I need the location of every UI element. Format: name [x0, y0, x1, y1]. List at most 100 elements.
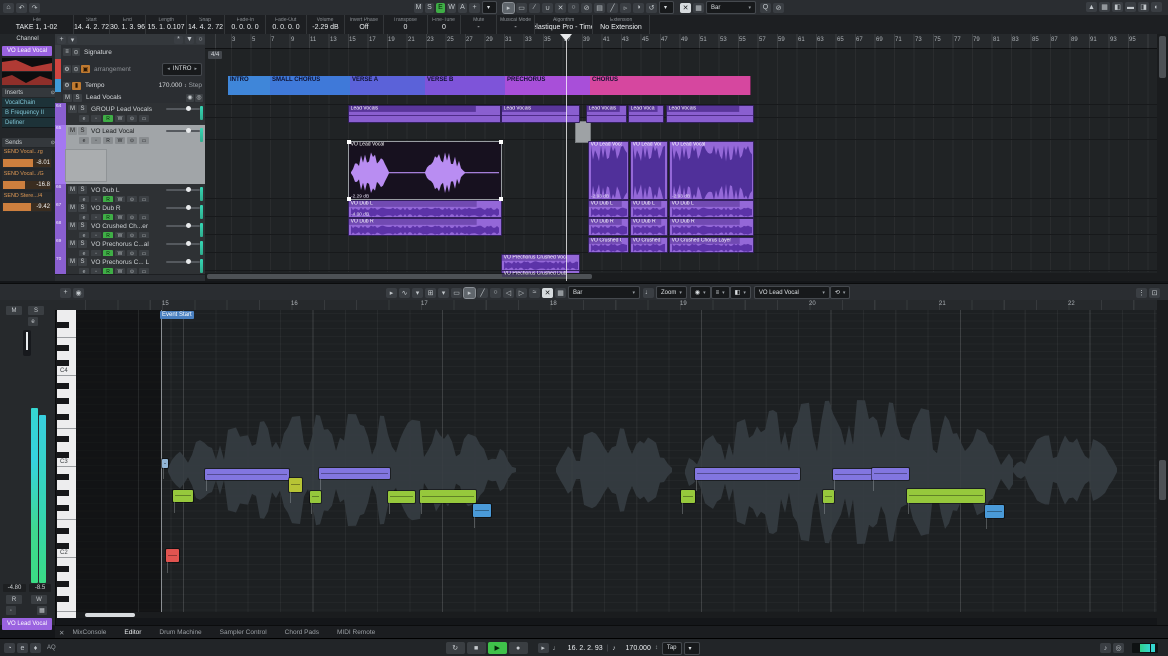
- monitor-button[interactable]: W: [115, 137, 125, 144]
- transport-left-icon[interactable]: ♦: [30, 643, 41, 653]
- lower-zone-tab[interactable]: Chord Pads: [285, 629, 319, 636]
- audio-event[interactable]: VO Dub R: [669, 218, 754, 236]
- arranger-section[interactable]: PRECHORUS: [505, 76, 591, 95]
- zone-toggle-icon[interactable]: ◧: [1112, 2, 1123, 12]
- automation-read-button[interactable]: ⊙: [127, 137, 137, 144]
- info-field[interactable]: Algorithm élastique Pro - Time: [535, 15, 593, 34]
- freeze-button[interactable]: ▭: [139, 268, 149, 274]
- editor-tool-button[interactable]: ▭: [451, 287, 462, 298]
- editor-toolbar-right-icon[interactable]: ⋮: [1136, 287, 1147, 298]
- info-field[interactable]: End 30. 1. 3. 96: [110, 15, 146, 34]
- toolbar-icon[interactable]: ↷: [29, 2, 40, 13]
- track-volume-slider[interactable]: [166, 187, 200, 192]
- variaudio-segment[interactable]: [833, 469, 873, 491]
- track-name[interactable]: VO Dub L: [91, 187, 163, 194]
- transport-position[interactable]: 16. 2. 2. 93: [568, 645, 603, 652]
- audio-event[interactable]: Lead Vocals: [348, 105, 501, 123]
- info-field[interactable]: Fine-Tune 0: [428, 15, 461, 34]
- snap-button[interactable]: ✕: [680, 2, 691, 13]
- drag-mode-button[interactable]: +: [469, 2, 480, 13]
- editor-toolbar-icon[interactable]: +: [60, 287, 71, 298]
- track-mute-button[interactable]: M: [68, 186, 77, 194]
- track-volume-slider[interactable]: [166, 106, 200, 111]
- editor-tool-button[interactable]: ╱: [477, 287, 488, 298]
- editor-toolbar-right-icon[interactable]: ⊡: [1149, 287, 1160, 298]
- grid-type-dropdown[interactable]: Bar ▾: [706, 1, 756, 14]
- variaudio-segment[interactable]: [166, 549, 179, 573]
- edited-part-dropdown[interactable]: VO Lead Vocal ▾: [753, 286, 830, 299]
- audio-event[interactable]: VO Lead Voc: [630, 141, 668, 200]
- audio-event[interactable]: VO Lead Vocal -2.93 dB: [669, 141, 754, 200]
- track-list-header-icon[interactable]: *: [174, 35, 183, 44]
- strip-mute-button[interactable]: M: [6, 306, 22, 315]
- send-slot[interactable]: SEND Vocal.../G -16.8: [2, 170, 52, 190]
- tempo-stepper[interactable]: ↕: [655, 645, 658, 651]
- info-field[interactable]: Fade-Out 0. 0. 0. 0: [266, 15, 307, 34]
- audio-event[interactable]: VO Crushed Chorus: [588, 237, 629, 253]
- insert-slot[interactable]: VocalChain: [2, 98, 58, 108]
- info-field[interactable]: Fade-In 0. 0. 0. 0: [225, 15, 266, 34]
- audio-event[interactable]: Lead Voca: [628, 105, 664, 123]
- inserts-section-header[interactable]: Inserts ⊙: [2, 88, 58, 97]
- editor-tool-button[interactable]: ▾: [438, 287, 449, 298]
- variaudio-segment[interactable]: [173, 490, 193, 513]
- editor-tool-button[interactable]: ≈: [529, 287, 540, 298]
- track-list-header-icon[interactable]: ○: [196, 35, 205, 44]
- lower-zone-tab[interactable]: MIDI Remote: [337, 629, 375, 636]
- project-horizontal-scrollbar[interactable]: [205, 273, 1157, 281]
- edit-channel-button[interactable]: e: [79, 115, 89, 122]
- project-vertical-scrollbar[interactable]: [1157, 34, 1168, 281]
- track-solo-button[interactable]: S: [78, 222, 87, 230]
- audio-track-row[interactable]: 65 M S VO Lead Vocal e ▫ R W ⊙ ▭: [55, 125, 205, 185]
- track-volume-slider[interactable]: [166, 205, 200, 210]
- strip-icon-a[interactable]: ◦: [6, 606, 16, 615]
- play-button[interactable]: ▶: [487, 642, 507, 654]
- audio-track-row[interactable]: 67 M S VO Dub R e ▫ R W ⊙ ▭: [55, 202, 205, 221]
- track-name[interactable]: VO Dub R: [91, 205, 163, 212]
- freeze-button[interactable]: ▭: [139, 137, 149, 144]
- functions-dropdown[interactable]: ⟲ ▾: [829, 286, 851, 299]
- editor-tool-button[interactable]: ▷: [516, 287, 527, 298]
- variaudio-segment[interactable]: [310, 491, 321, 514]
- track-solo-button[interactable]: S: [78, 105, 87, 113]
- track-state-button[interactable]: E: [436, 2, 445, 13]
- audio-event[interactable]: VO Dub L: [669, 200, 754, 218]
- track-versions-box[interactable]: [65, 149, 107, 182]
- undo-workflow-dropdown[interactable]: ▾: [659, 1, 674, 14]
- variaudio-note-display[interactable]: Event Start: [76, 310, 1157, 618]
- zone-toggle-icon[interactable]: ▬: [1125, 2, 1136, 12]
- track-solo-button[interactable]: S: [78, 258, 87, 266]
- timeline-ruler[interactable]: 3 5 7 9 11 13 15 17 19 21 23 25 27 29 31 33 35 37 39 41 43 45…: [205, 34, 1157, 49]
- close-lower-zone-button[interactable]: ✕: [59, 629, 64, 637]
- transport-right-icon[interactable]: ◎: [1113, 643, 1124, 653]
- tool-button[interactable]: ◑: [633, 2, 644, 13]
- track-name[interactable]: VO Lead Vocal: [91, 128, 163, 135]
- color-dropdown[interactable]: ◧ ▾: [729, 286, 751, 299]
- pan-control[interactable]: [23, 330, 31, 356]
- track-solo-button[interactable]: S: [78, 127, 87, 135]
- aq-label[interactable]: AQ: [47, 645, 56, 651]
- track-mute-button[interactable]: M: [68, 222, 77, 230]
- freeze-button[interactable]: ▭: [139, 115, 149, 122]
- record-enable-button[interactable]: R: [103, 115, 113, 122]
- variaudio-segment[interactable]: [205, 469, 289, 491]
- undo-workflow-icon[interactable]: ↺: [646, 2, 657, 13]
- event-start-tag[interactable]: Event Start: [160, 311, 194, 319]
- transport-left-icon[interactable]: e: [17, 643, 28, 653]
- toolbar-icon[interactable]: ⌂: [3, 2, 14, 13]
- transport-right-icon[interactable]: ♪: [1100, 643, 1111, 653]
- variaudio-segment[interactable]: [823, 490, 834, 514]
- tool-button[interactable]: ╱: [607, 2, 618, 13]
- quantize-note-icon[interactable]: ♩: [643, 287, 654, 298]
- audio-track-row[interactable]: 70 M S VO Prechorus C... L e ▫ R W ⊙ ▭: [55, 256, 205, 275]
- audio-track-row[interactable]: 68 M S VO Crushed Ch...er e ▫ R W ⊙ ▭: [55, 220, 205, 239]
- audio-event[interactable]: VO Dub R: [348, 218, 502, 236]
- editor-tool-button[interactable]: ▦: [555, 287, 566, 298]
- lower-zone-tab[interactable]: Drum Machine: [159, 629, 201, 636]
- automation-read-button[interactable]: ⊙: [127, 268, 137, 274]
- tool-button[interactable]: ✕: [555, 2, 566, 13]
- transport-left-icon[interactable]: ◔: [4, 643, 15, 653]
- stop-button[interactable]: ■: [466, 642, 486, 654]
- track-name[interactable]: VO Prechorus C... L: [91, 259, 163, 266]
- arranger-section[interactable]: INTRO: [228, 76, 271, 95]
